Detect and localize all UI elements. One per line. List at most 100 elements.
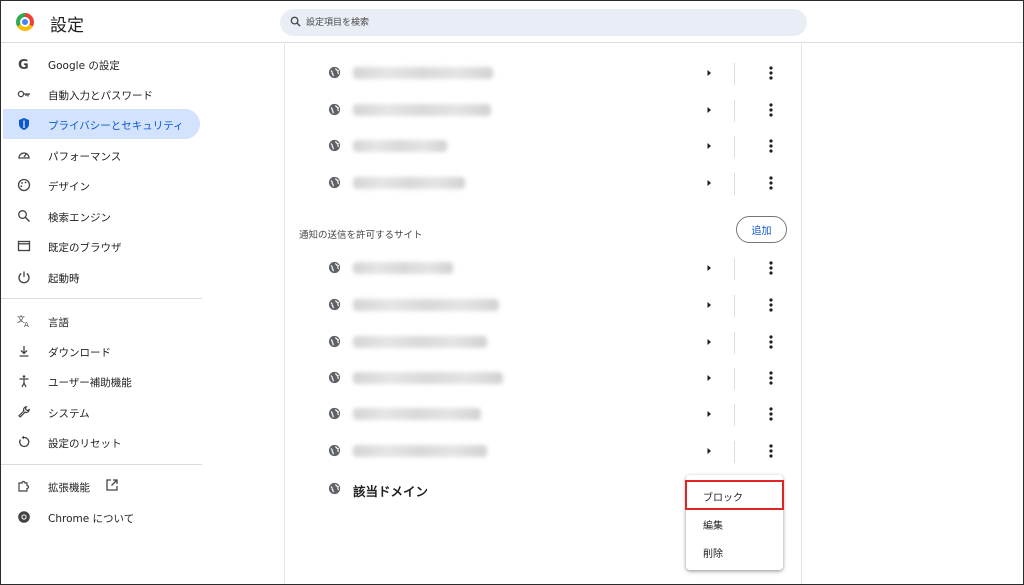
globe-icon: [328, 482, 341, 495]
more-vert-icon[interactable]: [763, 101, 779, 119]
shield-icon: [19, 118, 29, 130]
domain-label: 該当ドメイン: [353, 484, 429, 499]
site-row[interactable]: [285, 55, 803, 91]
site-row[interactable]: [285, 324, 803, 360]
site-row[interactable]: [285, 360, 803, 396]
browser-window-icon: [17, 240, 31, 252]
site-row[interactable]: [285, 92, 803, 128]
sidebar-item-extensions[interactable]: 拡張機能: [3, 471, 200, 501]
sidebar-item-autofill[interactable]: 自動入力とパスワード: [3, 79, 200, 109]
globe-icon: [328, 407, 341, 420]
globe-icon: [328, 176, 341, 189]
context-menu: ブロック 編集 削除: [685, 475, 784, 570]
sidebar-item-about[interactable]: Chrome について: [3, 502, 200, 532]
sidebar-item-label: パフォーマンス: [48, 151, 122, 163]
site-row[interactable]: [285, 433, 803, 469]
menu-item-label: 編集: [703, 521, 723, 532]
sidebar-item-label: 言語: [48, 317, 69, 329]
svg-text:G: G: [18, 58, 29, 71]
section-title: 通知の送信を許可するサイト: [299, 230, 423, 241]
sidebar-item-label: Chrome について: [48, 513, 135, 525]
sidebar-divider: [1, 298, 202, 299]
sidebar-item-design[interactable]: デザイン: [3, 170, 200, 200]
more-vert-icon[interactable]: [763, 174, 779, 192]
more-vert-icon[interactable]: [763, 64, 779, 82]
menu-item-delete[interactable]: 削除: [686, 537, 783, 565]
sidebar-item-privacy[interactable]: プライバシーとセキュリティ: [3, 109, 200, 139]
sidebar-item-default-browser[interactable]: 既定のブラウザ: [3, 231, 200, 261]
blurred-site-url: [353, 408, 481, 420]
site-row[interactable]: [285, 165, 803, 201]
sidebar-item-system[interactable]: システム: [3, 397, 200, 427]
arrow-right-icon[interactable]: [701, 370, 717, 386]
menu-item-block[interactable]: ブロック: [685, 480, 784, 510]
blurred-site-url: [353, 67, 493, 79]
header-bar: 設定: [1, 1, 1023, 43]
arrow-right-icon[interactable]: [701, 297, 717, 313]
more-vert-icon[interactable]: [763, 442, 779, 460]
key-icon: [17, 90, 30, 98]
sidebar-item-startup[interactable]: 起動時: [3, 262, 200, 292]
row-separator: [734, 173, 735, 195]
arrow-right-icon[interactable]: [701, 175, 717, 191]
more-vert-icon[interactable]: [763, 137, 779, 155]
arrow-right-icon[interactable]: [701, 406, 717, 422]
palette-icon: [17, 178, 31, 192]
add-button[interactable]: 追加: [736, 216, 787, 243]
arrow-right-icon[interactable]: [701, 102, 717, 118]
site-row[interactable]: [285, 396, 803, 432]
external-link-icon: [106, 479, 118, 491]
blurred-site-url: [353, 372, 503, 384]
site-row[interactable]: [285, 287, 803, 323]
sidebar-item-search-engine[interactable]: 検索エンジン: [3, 201, 200, 231]
search-box[interactable]: [280, 9, 807, 36]
chrome-logo-icon: [16, 13, 34, 31]
row-separator: [734, 136, 735, 158]
more-vert-icon[interactable]: [763, 296, 779, 314]
blurred-site-url: [353, 299, 499, 311]
sidebar-item-languages[interactable]: 文A 言語: [3, 306, 200, 336]
sidebar-item-label: 自動入力とパスワード: [48, 90, 153, 102]
row-separator: [734, 258, 735, 280]
sidebar-item-google[interactable]: G Google の設定: [3, 49, 200, 79]
row-separator: [734, 63, 735, 85]
sidebar-item-accessibility[interactable]: ユーザー補助機能: [3, 366, 200, 396]
more-vert-icon[interactable]: [763, 369, 779, 387]
reset-icon: [19, 435, 30, 448]
menu-item-label: 削除: [703, 549, 723, 560]
power-icon: [18, 271, 30, 284]
more-vert-icon[interactable]: [763, 405, 779, 423]
menu-item-label: ブロック: [703, 493, 743, 504]
arrow-right-icon[interactable]: [701, 65, 717, 81]
row-separator: [734, 404, 735, 426]
sidebar-item-downloads[interactable]: ダウンロード: [3, 336, 200, 366]
accessibility-icon: [19, 375, 29, 388]
site-row[interactable]: [285, 250, 803, 286]
blurred-site-url: [353, 262, 453, 274]
arrow-right-icon[interactable]: [701, 334, 717, 350]
site-row[interactable]: [285, 128, 803, 164]
menu-item-edit[interactable]: 編集: [686, 509, 783, 537]
puzzle-icon: [18, 480, 30, 492]
sidebar-item-label: プライバシーとセキュリティ: [48, 120, 184, 132]
globe-icon: [328, 371, 341, 384]
arrow-right-icon[interactable]: [701, 138, 717, 154]
sidebar-item-label: Google の設定: [48, 60, 120, 72]
row-separator: [734, 441, 735, 463]
arrow-right-icon[interactable]: [701, 260, 717, 276]
sidebar-item-label: 設定のリセット: [48, 438, 122, 450]
google-icon: G: [18, 58, 29, 71]
svg-text:A: A: [24, 321, 29, 328]
search-input[interactable]: [306, 15, 786, 30]
row-separator: [734, 368, 735, 390]
sidebar-item-reset[interactable]: 設定のリセット: [3, 427, 200, 457]
sidebar-item-label: 検索エンジン: [48, 212, 111, 224]
arrow-right-icon[interactable]: [701, 443, 717, 459]
wrench-icon: [18, 406, 30, 418]
download-icon: [19, 346, 29, 357]
sidebar-item-performance[interactable]: パフォーマンス: [3, 140, 200, 170]
more-vert-icon[interactable]: [763, 333, 779, 351]
more-vert-icon[interactable]: [763, 259, 779, 277]
blurred-site-url: [353, 104, 491, 116]
speedometer-icon: [18, 152, 30, 159]
